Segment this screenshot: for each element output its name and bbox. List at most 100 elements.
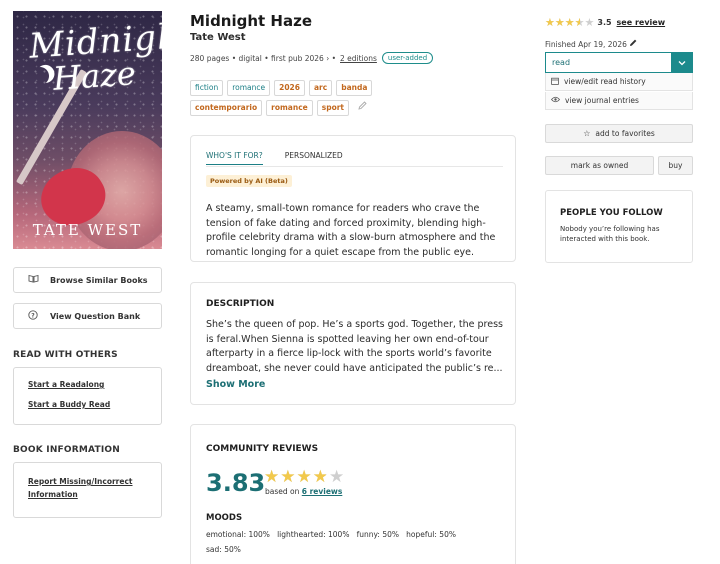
your-rating-star-icon: ★ <box>584 16 595 29</box>
question-bank-label: View Question Bank <box>50 311 141 321</box>
user-added-badge: user-added <box>381 52 434 64</box>
your-rating-star-icon: ★★ <box>554 16 565 29</box>
community-reviews-heading: COMMUNITY REVIEWS <box>206 444 319 454</box>
whos-it-for-card: WHO'S IT FOR? PERSONALIZED Powered by AI… <box>190 135 516 262</box>
rating-star-icon: ★ <box>329 467 346 487</box>
whos-it-for-text: A steamy, small-town romance for readers… <box>206 202 495 260</box>
edit-tags-pencil-icon[interactable] <box>357 100 368 116</box>
mood-name: funny <box>356 530 378 539</box>
whos-it-for-line: romantic longing for a quiet escape from… <box>206 246 475 258</box>
tags-row-2: contemporario romance sport <box>190 100 390 116</box>
edit-history-label: view/edit read history <box>564 77 646 86</box>
mood-pct: 50% <box>224 545 241 554</box>
whos-it-for-tabs: WHO'S IT FOR? PERSONALIZED <box>206 151 343 165</box>
eye-icon <box>550 96 561 105</box>
tag-2026[interactable]: 2026 <box>274 80 305 96</box>
read-status-dropdown[interactable]: read <box>545 52 693 73</box>
report-missing-link[interactable]: Report Missing/Incorrect Information <box>14 475 161 501</box>
read-with-others-heading: READ WITH OTHERS <box>13 350 118 360</box>
tag-contemporario[interactable]: contemporario <box>190 100 263 116</box>
description-line: She’s the queen of pop. He’s a sports go… <box>206 319 503 330</box>
book-title: Midnight Haze <box>190 12 313 30</box>
rating-star-icon: ★ ★ <box>312 467 329 487</box>
your-rating-stars[interactable]: ★★★★★★★★★ <box>545 16 594 29</box>
reviews-count-link[interactable]: 6 reviews <box>302 487 343 496</box>
editions-link[interactable]: 2 editions <box>340 54 377 63</box>
based-on-reviews: based on 6 reviews <box>265 487 342 496</box>
description-line: dreamboat, she never could have anticipa… <box>206 362 503 374</box>
book-information-box: Report Missing/Incorrect Information <box>13 462 162 518</box>
add-to-favorites-label: add to favorites <box>595 129 655 138</box>
show-more-button[interactable]: Show More <box>206 379 265 390</box>
book-cover[interactable]: Midnight Haze TATE WEST <box>13 11 162 249</box>
your-rating-star-icon: ★★ <box>564 16 575 29</box>
description-text: She’s the queen of pop. He’s a sports go… <box>206 318 503 376</box>
buy-button[interactable]: buy <box>658 156 693 175</box>
cover-author: TATE WEST <box>32 221 143 239</box>
average-rating-stars: ★ ★ ★ ★ ★ ★ ★ ★ ★ <box>264 467 345 487</box>
people-you-follow-text: Nobody you’re following has interacted w… <box>560 225 660 243</box>
browse-similar-button[interactable]: Browse Similar Books <box>13 267 162 293</box>
rating-star-icon: ★ ★ <box>296 467 313 487</box>
question-circle-icon: ? <box>26 309 40 323</box>
read-with-others-box: Start a Readalong Start a Buddy Read <box>13 367 162 425</box>
view-journal-entries[interactable]: view journal entries <box>545 92 693 110</box>
mark-owned-label: mark as owned <box>570 161 629 170</box>
chevron-down-icon[interactable] <box>671 53 692 72</box>
tag-arc[interactable]: arc <box>309 80 333 96</box>
tag-banda[interactable]: banda <box>336 80 373 96</box>
whos-it-for-line: profile celebrity drama with a slow-burn… <box>206 232 496 243</box>
rating-star-icon: ★ ★ <box>264 467 281 487</box>
book-author[interactable]: Tate West <box>190 32 246 43</box>
your-rating-star-icon: ★★ <box>545 16 555 29</box>
community-reviews-card: COMMUNITY REVIEWS 3.83 ★ ★ ★ ★ ★ ★ ★ ★ ★ based o… <box>190 424 516 564</box>
description-heading: DESCRIPTION <box>206 299 275 309</box>
add-to-favorites-button[interactable]: ☆ add to favorites <box>545 124 693 143</box>
buy-label: buy <box>668 161 683 170</box>
mood-name: emotional <box>206 530 244 539</box>
tag-romance-personal[interactable]: romance <box>266 100 313 116</box>
mood-pct: 50% <box>439 530 456 539</box>
read-status-value: read <box>552 58 571 67</box>
mood-pct: 100% <box>248 530 270 539</box>
moods-row-1: emotional: 100% lighthearted: 100% funny… <box>206 530 456 539</box>
whos-it-for-line: tension of fake dating and forced proxim… <box>206 217 486 229</box>
tag-sport[interactable]: sport <box>316 100 350 116</box>
journal-label: view journal entries <box>565 96 639 105</box>
tag-romance[interactable]: romance <box>227 80 271 96</box>
report-missing-line1: Report Missing/Incorrect <box>28 477 133 486</box>
book-information-heading: BOOK INFORMATION <box>13 445 120 455</box>
mood-name: sad <box>206 545 220 554</box>
your-rating: ★★★★★★★★★ 3.5 see review <box>545 16 665 29</box>
star-icon: ☆ <box>583 129 591 138</box>
see-review-link[interactable]: see review <box>617 18 666 27</box>
view-edit-read-history[interactable]: view/edit read history <box>545 73 693 91</box>
your-rating-value: 3.5 <box>597 18 612 27</box>
tag-fiction[interactable]: fiction <box>190 80 224 96</box>
whos-it-for-line: A steamy, small-town romance for readers… <box>206 203 480 214</box>
moods-row-2: sad: 50% <box>206 545 241 554</box>
mark-as-owned-button[interactable]: mark as owned <box>545 156 654 175</box>
cover-title-line2: Haze <box>51 54 138 98</box>
description-line: afterparty in a fierce lip-lock with the… <box>206 348 492 359</box>
start-buddy-read-link[interactable]: Start a Buddy Read <box>28 398 161 411</box>
tab-whos-it-for[interactable]: WHO'S IT FOR? <box>206 151 263 165</box>
mood-pct: 50% <box>382 530 400 539</box>
tags-row-1: fiction romance 2026 arc banda <box>190 80 390 96</box>
browse-similar-label: Browse Similar Books <box>50 275 148 285</box>
description-line: is feral.When Sienna is spotted leaving … <box>206 333 489 345</box>
edit-date-pencil-icon[interactable] <box>629 39 638 49</box>
moods-heading: MOODS <box>206 513 243 523</box>
people-you-follow-heading: PEOPLE YOU FOLLOW <box>560 208 663 218</box>
description-card: DESCRIPTION She’s the queen of pop. He’s… <box>190 282 516 405</box>
mood-name: hopeful <box>406 530 435 539</box>
tab-divider <box>206 166 503 167</box>
meta-text: 280 pages • digital • first pub 2026 › • <box>190 53 337 63</box>
start-readalong-link[interactable]: Start a Readalong <box>28 378 161 391</box>
view-question-bank-button[interactable]: ? View Question Bank <box>13 303 162 329</box>
rating-star-icon: ★ ★ <box>280 467 297 487</box>
calendar-icon <box>551 77 559 87</box>
tab-personalized[interactable]: PERSONALIZED <box>285 151 343 165</box>
finished-date: Finished Apr 19, 2026 <box>545 38 638 49</box>
your-rating-star-icon: ★★ <box>574 16 585 29</box>
